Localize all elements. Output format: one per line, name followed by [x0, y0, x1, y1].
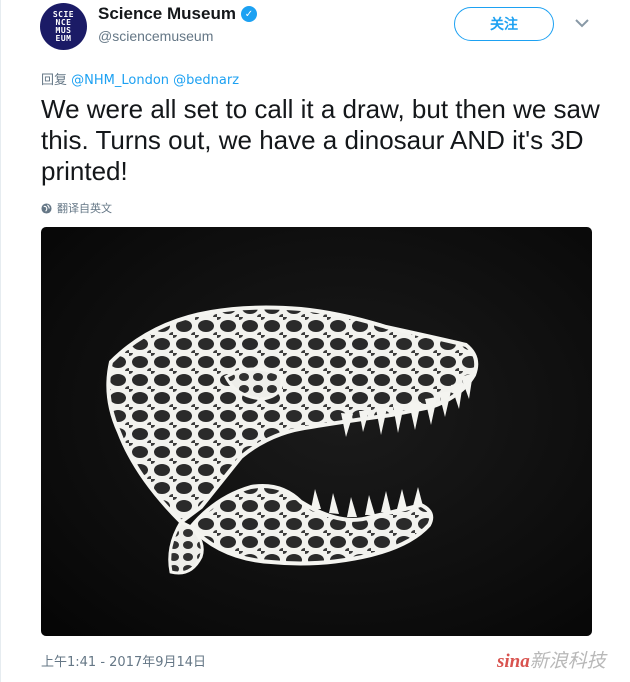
tweet-photo[interactable]: [41, 227, 592, 636]
globe-icon: [41, 202, 52, 214]
sina-logo: sina: [497, 651, 530, 672]
3d-printed-dinosaur-skull-image: [106, 305, 479, 575]
science-museum-logo-icon: SCIE NCE MUS EUM: [52, 9, 75, 43]
translate-button[interactable]: 翻译自英文: [41, 200, 112, 216]
sina-tech-watermark: sina新浪科技: [497, 650, 606, 672]
left-border: [0, 0, 1, 682]
reply-context: 回复 @NHM_London @bednarz: [41, 69, 239, 88]
account-handle[interactable]: @sciencemuseum: [98, 28, 213, 44]
translate-label[interactable]: 翻译自英文: [57, 200, 112, 216]
follow-button[interactable]: 关注: [454, 7, 554, 41]
tweet-timestamp-link[interactable]: 上午1:41 - 2017年9月14日: [41, 651, 206, 670]
avatar[interactable]: SCIE NCE MUS EUM: [40, 3, 87, 50]
chevron-down-icon[interactable]: [573, 14, 591, 32]
account-name-row[interactable]: Science Museum ✓: [98, 4, 257, 24]
reply-prefix: 回复: [41, 73, 68, 88]
tweet-text: We were all set to call it a draw, but t…: [41, 94, 600, 186]
display-name[interactable]: Science Museum: [98, 4, 236, 24]
verified-badge-icon: ✓: [240, 6, 257, 22]
reply-mentions-link[interactable]: @NHM_London @bednarz: [71, 73, 239, 88]
